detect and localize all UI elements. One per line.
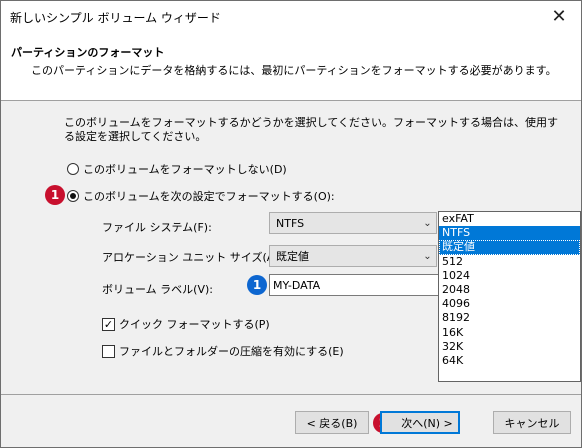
dropdown-item-default[interactable]: 既定値: [439, 240, 580, 255]
filesystem-label: ファイル システム(F):: [102, 221, 212, 234]
radio-no-format[interactable]: このボリュームをフォーマットしない(D): [67, 161, 287, 177]
filesystem-value: NTFS: [276, 216, 305, 230]
close-icon[interactable]: ✕: [537, 1, 581, 31]
allocation-dropdown-list[interactable]: exFAT NTFS 既定値 512 1024 2048 4096 8192 1…: [438, 211, 581, 382]
volume-label-label: ボリューム ラベル(V):: [102, 283, 213, 296]
radio-format[interactable]: このボリュームを次の設定でフォーマットする(O):: [67, 188, 335, 204]
dropdown-item-8192[interactable]: 8192: [439, 311, 580, 325]
compression-label: ファイルとフォルダーの圧縮を有効にする(E): [119, 345, 344, 358]
dropdown-item-exfat[interactable]: exFAT: [439, 212, 580, 226]
quick-format-label: クイック フォーマットする(P): [119, 318, 270, 331]
cancel-button[interactable]: キャンセル: [493, 411, 571, 434]
dropdown-item-16k[interactable]: 16K: [439, 326, 580, 340]
checkbox-box[interactable]: [102, 344, 115, 358]
allocation-value: 既定値: [276, 250, 309, 263]
dropdown-item-512[interactable]: 512: [439, 255, 580, 269]
radio-format-label: このボリュームを次の設定でフォーマットする(O):: [83, 190, 335, 203]
chevron-down-icon[interactable]: ⌄: [419, 246, 436, 266]
checkbox-box-checked[interactable]: ✓: [102, 317, 115, 331]
radio-circle-selected[interactable]: [67, 190, 79, 202]
volume-label-value: MY-DATA: [273, 278, 321, 292]
step-badge-1-red: 1: [45, 185, 65, 205]
allocation-select[interactable]: 既定値 ⌄: [269, 245, 437, 267]
quick-format-checkbox[interactable]: ✓ クイック フォーマットする(P): [102, 316, 270, 332]
radio-circle[interactable]: [67, 163, 79, 175]
dropdown-item-ntfs[interactable]: NTFS: [439, 226, 580, 241]
dropdown-item-1024[interactable]: 1024: [439, 269, 580, 283]
page-title: パーティションのフォーマット: [11, 46, 165, 59]
back-button[interactable]: < 戻る(B): [295, 411, 369, 434]
filesystem-select[interactable]: NTFS ⌄: [269, 212, 437, 234]
dropdown-item-2048[interactable]: 2048: [439, 283, 580, 297]
page-subtitle: このパーティションにデータを格納するには、最初にパーティションをフォーマットする…: [31, 64, 557, 77]
compression-checkbox[interactable]: ファイルとフォルダーの圧縮を有効にする(E): [102, 343, 344, 359]
instruction-text: このボリュームをフォーマットするかどうかを選択してください。フォーマットする場合…: [64, 116, 559, 143]
wizard-window: 新しいシンプル ボリューム ウィザード ✕ パーティションのフォーマット このパ…: [0, 0, 582, 448]
dropdown-item-32k[interactable]: 32K: [439, 340, 580, 354]
window-title: 新しいシンプル ボリューム ウィザード: [10, 11, 221, 25]
radio-no-format-label: このボリュームをフォーマットしない(D): [83, 163, 287, 176]
dropdown-item-4096[interactable]: 4096: [439, 297, 580, 311]
allocation-label: アロケーション ユニット サイズ(A):: [102, 251, 283, 264]
next-button[interactable]: 次へ(N) >: [380, 411, 460, 434]
volume-label-input[interactable]: MY-DATA: [269, 274, 441, 296]
wizard-header: パーティションのフォーマット このパーティションにデータを格納するには、最初にパ…: [1, 31, 581, 101]
title-bar: 新しいシンプル ボリューム ウィザード ✕: [1, 1, 581, 31]
dropdown-item-64k[interactable]: 64K: [439, 354, 580, 368]
chevron-down-icon[interactable]: ⌄: [419, 213, 436, 233]
footer-divider: [1, 394, 581, 395]
step-badge-1-blue: 1: [247, 275, 267, 295]
